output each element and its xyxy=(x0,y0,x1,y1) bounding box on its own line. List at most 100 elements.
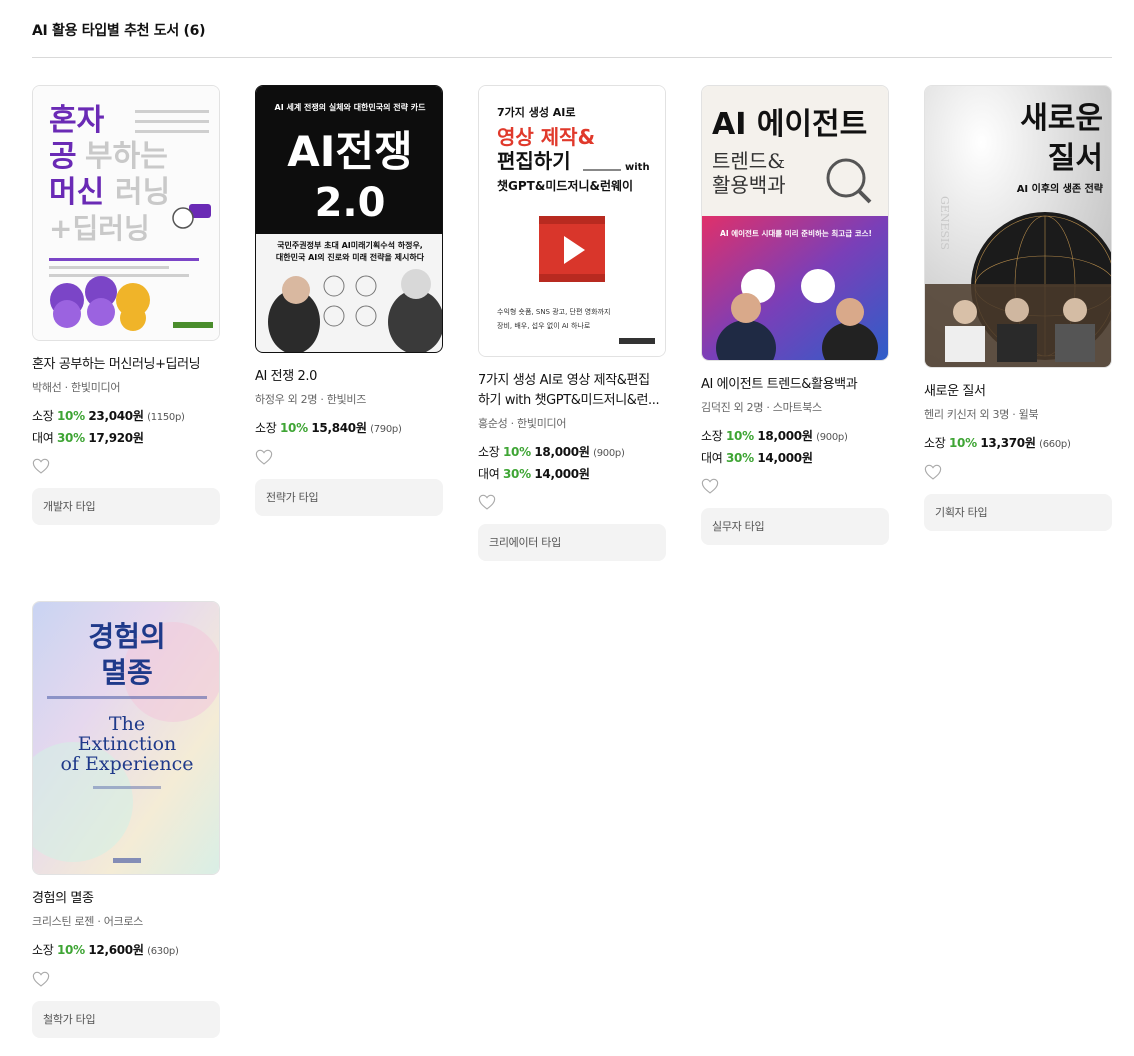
rent-price: 14,000원 xyxy=(757,451,813,465)
book-card: 경험의 멸종 The Extinction of Experience 경험의 … xyxy=(32,601,220,1038)
rent-label: 대여 xyxy=(32,431,54,445)
svg-text:활용백과: 활용백과 xyxy=(712,173,786,197)
own-points: (900p) xyxy=(816,432,848,443)
book-title-line: 7가지 생성 AI로 영상 제작&편집 xyxy=(478,373,650,388)
own-price-row: 소장 10% 13,370원 (660p) xyxy=(924,433,1112,455)
own-label: 소장 xyxy=(924,436,946,450)
rent-label: 대여 xyxy=(478,467,500,481)
book-author-publisher[interactable]: 크리스틴 로젠 · 어크로스 xyxy=(32,913,220,929)
book-cover[interactable]: 혼자 공 부하는 머신 러닝 +딥러닝 xyxy=(32,85,220,341)
own-discount: 10% xyxy=(57,409,85,423)
book-card: 혼자 공 부하는 머신 러닝 +딥러닝 혼자 공부하는 머신러닝+딥러닝 박해선… xyxy=(32,85,220,525)
svg-text:질서: 질서 xyxy=(1048,141,1103,176)
svg-text:AI 세계 전쟁의 실체와 대한민국의 전략 카드: AI 세계 전쟁의 실체와 대한민국의 전략 카드 xyxy=(275,102,427,112)
svg-text:with: with xyxy=(625,162,650,173)
svg-text:국민주권정부 초대 AI미래기획수석 하정우,: 국민주권정부 초대 AI미래기획수석 하정우, xyxy=(277,240,423,250)
book-author-publisher[interactable]: 김덕진 외 2명 · 스마트북스 xyxy=(701,399,889,415)
price-block: 소장 10% 18,000원 (900p) 대여 30% 14,000원 xyxy=(701,426,889,469)
rent-price-row: 대여 30% 14,000원 xyxy=(478,464,666,485)
own-points: (660p) xyxy=(1039,439,1071,450)
book-title-line: 하기 with 챗GPT&미드저니&런... xyxy=(478,393,660,408)
heart-outline-icon[interactable] xyxy=(478,494,496,510)
book-author-publisher[interactable]: 헨리 키신저 외 3명 · 윌북 xyxy=(924,406,1112,422)
own-label: 소장 xyxy=(32,943,54,957)
svg-text:공: 공 xyxy=(49,139,77,174)
own-price: 15,840원 xyxy=(311,421,367,435)
book-title[interactable]: AI 에이전트 트렌드&활용백과 xyxy=(701,375,889,395)
book-card: AI 세계 전쟁의 실체와 대한민국의 전략 카드 AI전쟁 2.0 국민주권정… xyxy=(255,85,443,516)
own-price: 23,040원 xyxy=(88,409,144,423)
heart-outline-icon[interactable] xyxy=(32,458,50,474)
svg-text:장비, 배우, 섭우 없이 AI 하나로: 장비, 배우, 섭우 없이 AI 하나로 xyxy=(497,321,591,330)
own-discount: 10% xyxy=(503,445,531,459)
book-cover[interactable]: AI 에이전트 트렌드& 활용백과 AI 에이전트 시대를 미리 준비하는 최고… xyxy=(701,85,889,361)
svg-text:트렌드&: 트렌드& xyxy=(712,149,785,173)
section-title: AI 활용 타입별 추천 도서 (6) xyxy=(32,23,206,39)
svg-text:대한민국 AI의 진로와 미래 전략을 제시하다: 대한민국 AI의 진로와 미래 전략을 제시하다 xyxy=(276,252,425,262)
svg-text:머신: 머신 xyxy=(49,175,104,210)
book-author-publisher[interactable]: 박해선 · 한빛미디어 xyxy=(32,379,220,395)
svg-text:러닝: 러닝 xyxy=(115,175,170,210)
book-title[interactable]: 새로운 질서 xyxy=(924,382,1112,402)
reader-type-button[interactable]: 실무자 타입 xyxy=(701,508,889,545)
svg-text:새로운: 새로운 xyxy=(1020,101,1103,136)
price-block: 소장 10% 23,040원 (1150p) 대여 30% 17,920원 xyxy=(32,406,220,449)
rent-price-row: 대여 30% 14,000원 xyxy=(701,448,889,469)
heart-outline-icon[interactable] xyxy=(255,449,273,465)
book-cover[interactable]: 7가지 생성 AI로 영상 제작& 편집하기 with 챗GPT&미드저니&런웨… xyxy=(478,85,666,357)
svg-text:2.0: 2.0 xyxy=(315,180,386,226)
own-points: (630p) xyxy=(147,946,179,957)
book-title[interactable]: 7가지 생성 AI로 영상 제작&편집하기 with 챗GPT&미드저니&런..… xyxy=(478,371,666,411)
own-discount: 10% xyxy=(726,429,754,443)
book-title[interactable]: 경험의 멸종 xyxy=(32,889,220,909)
own-label: 소장 xyxy=(478,445,500,459)
reader-type-button[interactable]: 전략가 타입 xyxy=(255,479,443,516)
svg-text:The: The xyxy=(109,713,145,735)
own-label: 소장 xyxy=(701,429,723,443)
svg-text:AI 에이전트 시대를 미리 준비하는 최고급 코스!: AI 에이전트 시대를 미리 준비하는 최고급 코스! xyxy=(720,228,872,238)
own-price: 18,000원 xyxy=(757,429,813,443)
rent-discount: 30% xyxy=(57,431,85,445)
heart-outline-icon[interactable] xyxy=(32,971,50,987)
svg-text:수익형 숏폼, SNS 광고, 단편 영화까지: 수익형 숏폼, SNS 광고, 단편 영화까지 xyxy=(497,307,610,316)
rent-price-row: 대여 30% 17,920원 xyxy=(32,428,220,449)
book-card: 7가지 생성 AI로 영상 제작& 편집하기 with 챗GPT&미드저니&런웨… xyxy=(478,85,666,561)
heart-outline-icon[interactable] xyxy=(701,478,719,494)
book-author-publisher[interactable]: 홍순성 · 한빛미디어 xyxy=(478,415,666,431)
book-title[interactable]: 혼자 공부하는 머신러닝+딥러닝 xyxy=(32,355,220,375)
book-cover[interactable]: 경험의 멸종 The Extinction of Experience xyxy=(32,601,220,875)
own-points: (790p) xyxy=(370,424,402,435)
own-price-row: 소장 10% 15,840원 (790p) xyxy=(255,418,443,440)
own-discount: 10% xyxy=(280,421,308,435)
heart-outline-icon[interactable] xyxy=(924,464,942,480)
svg-text:챗GPT&미드저니&런웨이: 챗GPT&미드저니&런웨이 xyxy=(497,178,633,193)
reader-type-button[interactable]: 개발자 타입 xyxy=(32,488,220,525)
book-cover[interactable]: 새로운 질서 AI 이후의 생존 전략 GENESIS xyxy=(924,85,1112,368)
own-points: (900p) xyxy=(593,448,625,459)
book-author-publisher[interactable]: 하정우 외 2명 · 한빛비즈 xyxy=(255,391,443,407)
own-price: 13,370원 xyxy=(980,436,1036,450)
rent-label: 대여 xyxy=(701,451,723,465)
price-block: 소장 10% 18,000원 (900p) 대여 30% 14,000원 xyxy=(478,442,666,485)
svg-text:AI 이후의 생존 전략: AI 이후의 생존 전략 xyxy=(1017,182,1104,195)
svg-text:GENESIS: GENESIS xyxy=(938,196,951,250)
reader-type-button[interactable]: 기획자 타입 xyxy=(924,494,1112,531)
book-card: 새로운 질서 AI 이후의 생존 전략 GENESIS 새로운 질서 헨리 키신… xyxy=(924,85,1112,531)
svg-text:of Experience: of Experience xyxy=(60,753,193,775)
svg-text:경험의: 경험의 xyxy=(88,620,165,653)
price-block: 소장 10% 15,840원 (790p) xyxy=(255,418,443,440)
price-block: 소장 10% 12,600원 (630p) xyxy=(32,940,220,962)
reader-type-button[interactable]: 크리에이터 타입 xyxy=(478,524,666,561)
book-cover[interactable]: AI 세계 전쟁의 실체와 대한민국의 전략 카드 AI전쟁 2.0 국민주권정… xyxy=(255,85,443,353)
own-price: 18,000원 xyxy=(534,445,590,459)
book-title[interactable]: AI 전쟁 2.0 xyxy=(255,367,443,387)
svg-text:편집하기: 편집하기 xyxy=(497,149,571,173)
svg-text:멸종: 멸종 xyxy=(101,656,153,689)
rent-discount: 30% xyxy=(503,467,531,481)
svg-text:+딥러닝: +딥러닝 xyxy=(49,212,150,245)
own-price-row: 소장 10% 18,000원 (900p) xyxy=(701,426,889,448)
section-divider xyxy=(32,57,1112,58)
reader-type-button[interactable]: 철학가 타입 xyxy=(32,1001,220,1038)
svg-text:Extinction: Extinction xyxy=(78,733,177,755)
own-price-row: 소장 10% 23,040원 (1150p) xyxy=(32,406,220,428)
